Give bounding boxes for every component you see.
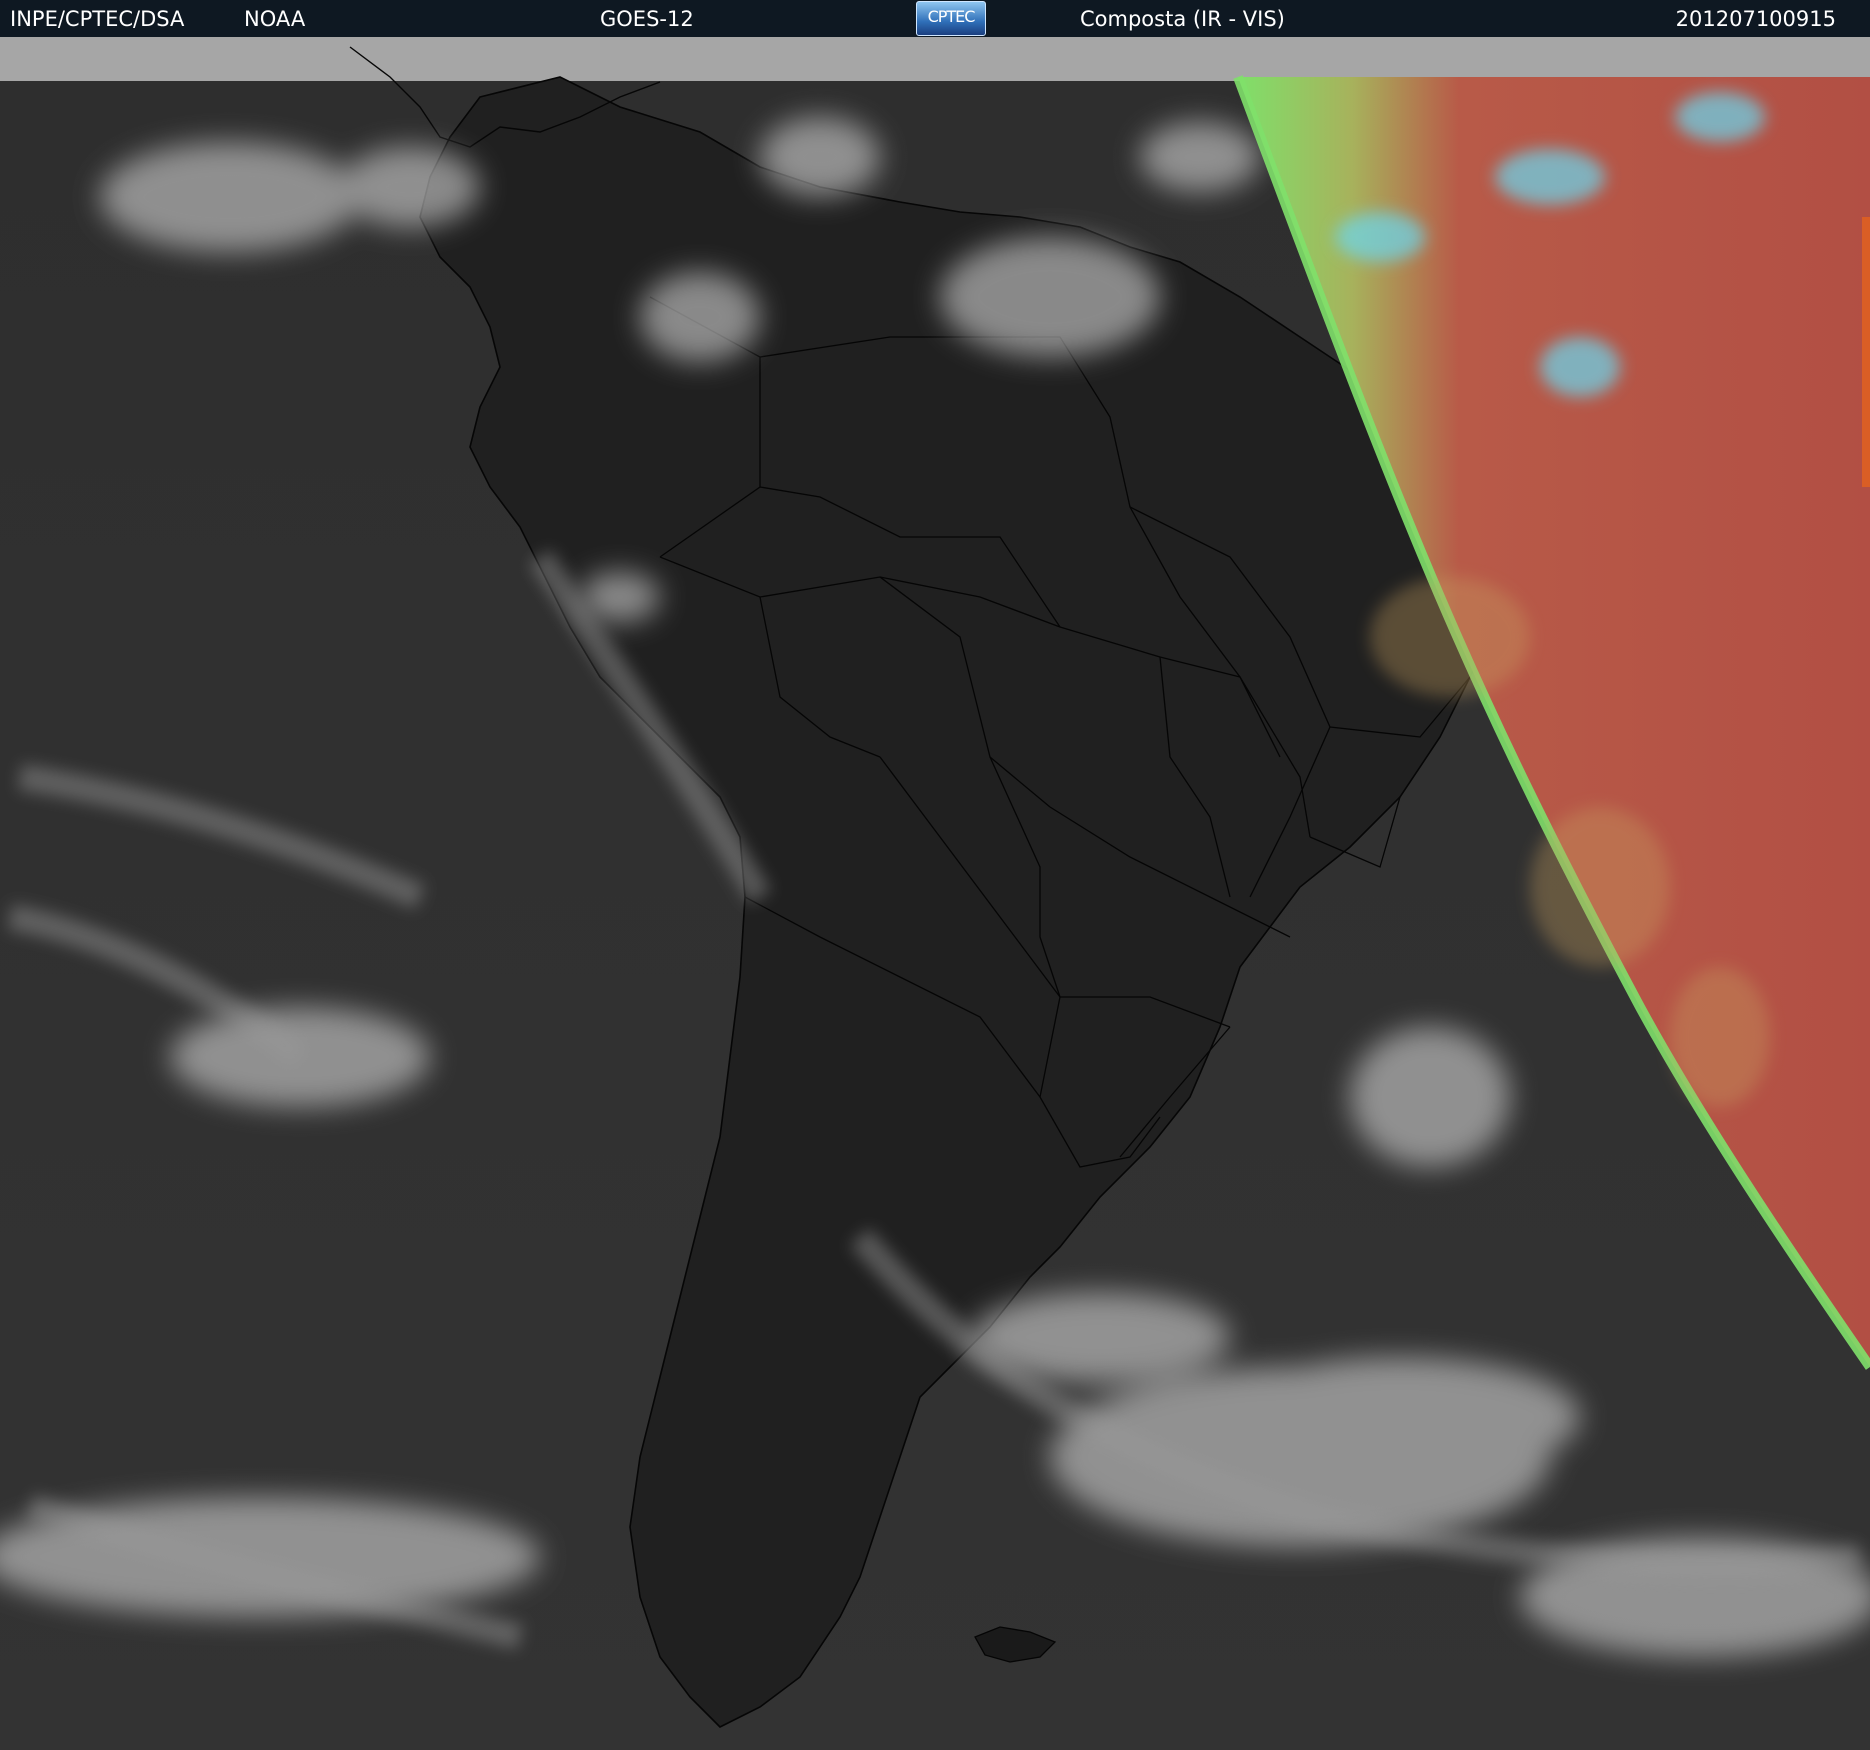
product-label: Composta (IR - VIS) — [1080, 7, 1285, 31]
agency-label: NOAA — [244, 7, 306, 31]
timestamp-label: 201207100915 — [1675, 7, 1836, 31]
satellite-map-svg — [0, 37, 1870, 1750]
edge-stripe — [1862, 217, 1870, 487]
logo-text: CPTEC — [927, 7, 976, 26]
organization-label: INPE/CPTEC/DSA — [10, 7, 185, 31]
satellite-label: GOES-12 — [600, 7, 694, 31]
no-data-band — [0, 37, 1870, 81]
satellite-image — [0, 37, 1870, 1750]
cptec-logo: CPTEC — [916, 1, 986, 36]
image-header: INPE/CPTEC/DSA NOAA GOES-12 CPTEC Compos… — [0, 0, 1870, 37]
